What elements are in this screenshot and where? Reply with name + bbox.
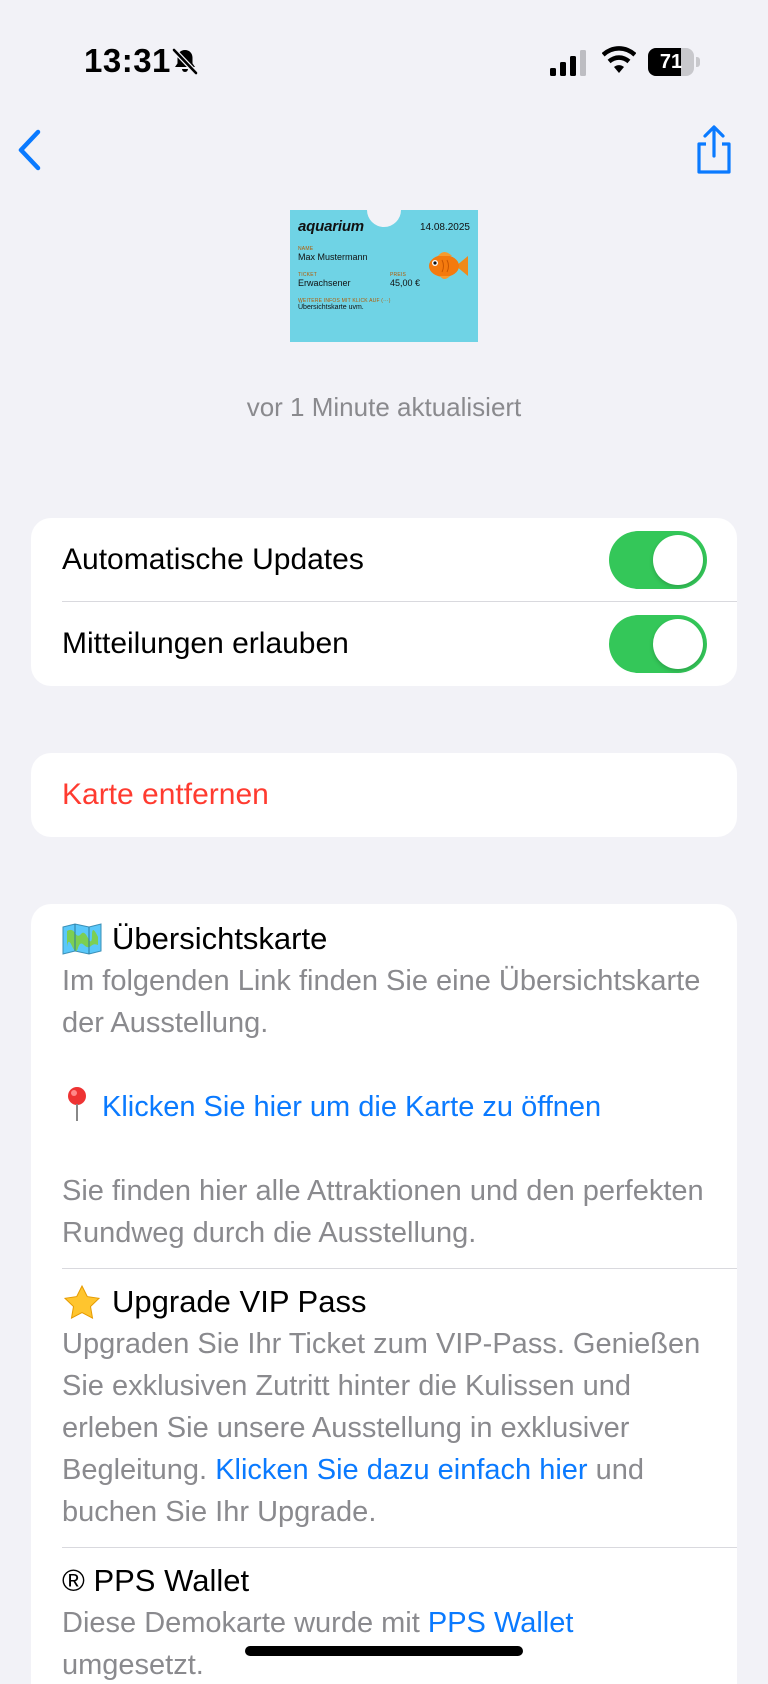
vip-upgrade-link[interactable]: Klicken Sie dazu einfach hier — [215, 1454, 587, 1486]
last-updated-text: vor 1 Minute aktualisiert — [246, 392, 522, 422]
field-pps-wallet: ® PPS Wallet Diese Demokarte wurde mit P… — [31, 1548, 737, 1684]
pushpin-icon — [68, 1087, 86, 1121]
ticket-price: 45,00 € — [390, 278, 421, 288]
field-pps-wallet-title: ® PPS Wallet — [62, 1563, 250, 1598]
auto-updates-label: Automatische Updates — [62, 543, 364, 576]
pps-wallet-link[interactable]: PPS Wallet — [428, 1607, 574, 1639]
status-time: 13:31 — [84, 42, 171, 79]
ticket-type: Erwachsener — [298, 278, 351, 288]
goldfish-icon — [429, 252, 468, 279]
battery-icon: 71 — [648, 48, 700, 76]
world-map-icon — [62, 923, 102, 955]
ticket-name: Max Mustermann — [298, 252, 368, 262]
auto-updates-row: Automatische Updates — [31, 518, 737, 602]
share-icon[interactable] — [692, 124, 736, 176]
pass-settings-group: Automatische Updates Mitteilungen erlaub… — [31, 518, 737, 686]
back-chevron-icon[interactable] — [14, 126, 48, 174]
ticket-brand: aquarium — [298, 218, 364, 235]
star-icon — [63, 1285, 101, 1319]
field-pps-wallet-text: Diese Demokarte wurde mit — [62, 1607, 420, 1639]
field-overview-map-description: Sie finden hier alle Attraktionen und de… — [62, 1175, 704, 1249]
home-indicator — [245, 1646, 523, 1656]
ticket-pass-thumbnail: aquarium 14.08.2025 NAME Max Mustermann … — [290, 210, 478, 342]
status-bar: 13:31 71 — [0, 0, 768, 110]
notifications-label: Mitteilungen erlauben — [62, 627, 349, 660]
remove-card-group: Karte entfernen — [31, 753, 737, 837]
ticket-info-text: Übersichtskarte uvm. — [298, 304, 364, 311]
battery-level: 71 — [659, 51, 683, 73]
field-vip-upgrade: Upgrade VIP Pass Upgraden Sie Ihr Ticket… — [31, 1269, 737, 1547]
field-overview-map: Übersichtskarte Im folgenden Link finden… — [31, 904, 737, 1268]
field-overview-map-title: Übersichtskarte — [112, 921, 328, 956]
notifications-row: Mitteilungen erlauben — [31, 602, 737, 686]
field-pps-wallet-text-end: umgesetzt. — [62, 1649, 204, 1681]
ticket-date: 14.08.2025 — [419, 222, 470, 233]
wifi-icon — [602, 46, 636, 73]
bell-slash-icon — [172, 48, 198, 75]
auto-updates-toggle[interactable] — [609, 531, 707, 589]
field-overview-map-text: Im folgenden Link finden Sie eine Übersi… — [62, 965, 701, 1039]
open-map-link[interactable]: Klicken Sie hier um die Karte zu öffnen — [102, 1091, 601, 1123]
field-vip-upgrade-title: Upgrade VIP Pass — [112, 1284, 367, 1319]
remove-card-button[interactable]: Karte entfernen — [31, 753, 737, 837]
pass-details-group: Übersichtskarte Im folgenden Link finden… — [31, 904, 737, 1684]
remove-card-label: Karte entfernen — [62, 778, 269, 811]
notifications-toggle[interactable] — [609, 615, 707, 673]
cellular-signal-icon — [550, 50, 586, 76]
